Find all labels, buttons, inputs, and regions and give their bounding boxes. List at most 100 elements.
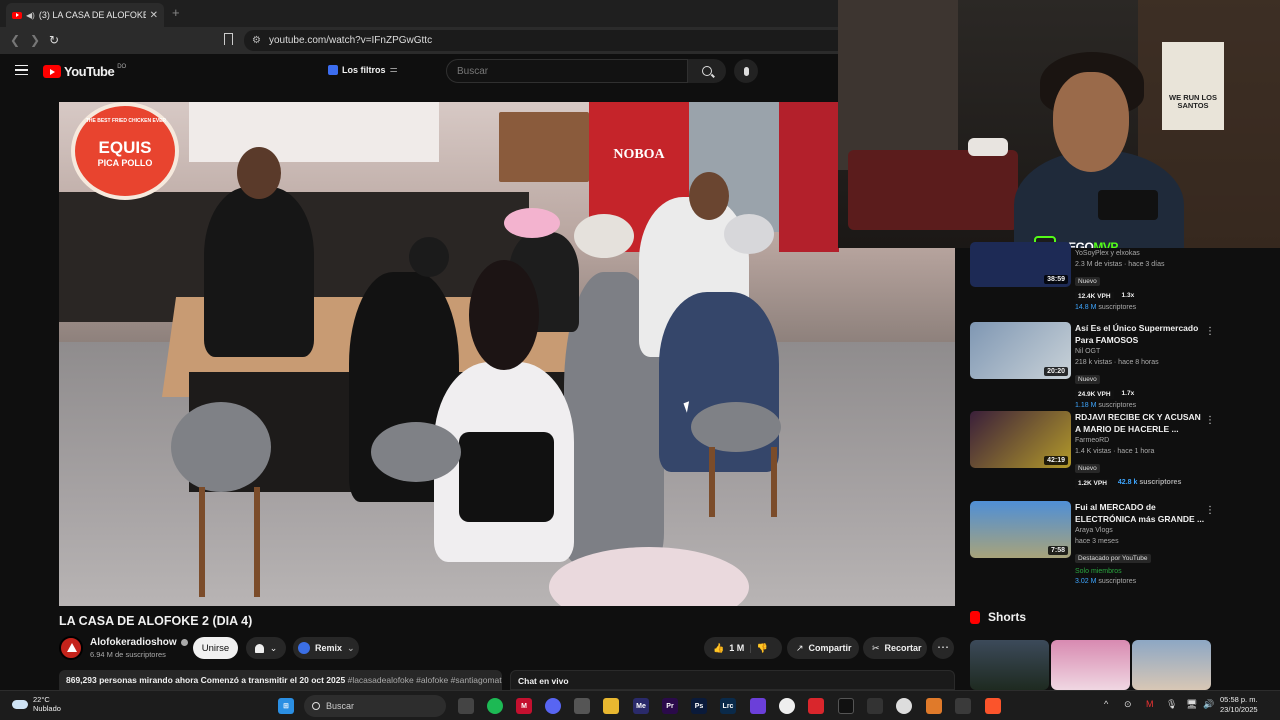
- url-field[interactable]: ⚙ youtube.com/watch?v=IFnZPGwGttc: [244, 30, 844, 51]
- capcut-icon[interactable]: [867, 698, 883, 714]
- channel-avatar[interactable]: [59, 636, 83, 660]
- shorts-logo-icon: [970, 610, 980, 624]
- weather-widget[interactable]: 22°C Nublado: [12, 695, 61, 713]
- scene-window: [189, 102, 439, 162]
- app-gear-icon[interactable]: [955, 698, 971, 714]
- network-icon[interactable]: 🖥: [1186, 699, 1197, 710]
- tray-mcafee-icon[interactable]: M: [1146, 699, 1154, 709]
- task-view-icon[interactable]: [458, 698, 474, 714]
- video-thumbnail[interactable]: 38:59: [970, 242, 1071, 287]
- more-options-icon[interactable]: ⋮: [1205, 415, 1215, 426]
- thumbs-down-icon[interactable]: 👎: [757, 643, 768, 654]
- site-settings-icon[interactable]: ⚙: [252, 35, 261, 46]
- audio-playing-icon[interactable]: ◀): [26, 11, 35, 20]
- members-label: Solo miembros: [1075, 568, 1122, 575]
- video-stats: 1.2K VPH 42.8 k suscriptores: [1075, 479, 1205, 488]
- live-chat-header[interactable]: Chat en vivo: [510, 670, 955, 690]
- browser-tab[interactable]: ◀) (3) LA CASA DE ALOFOKE 2 (D ✕: [6, 3, 164, 27]
- taskbar-search[interactable]: Buscar: [304, 695, 446, 717]
- short-thumbnail[interactable]: [1051, 640, 1130, 690]
- more-actions-button[interactable]: ⋯: [932, 637, 954, 659]
- weather-condition: Nublado: [33, 704, 61, 713]
- thumbs-up-icon[interactable]: 👍: [713, 643, 724, 654]
- short-thumbnail[interactable]: [1132, 640, 1211, 690]
- reload-icon[interactable]: ↻: [49, 33, 59, 47]
- remix-icon: [298, 642, 310, 654]
- mcafee-icon[interactable]: M: [516, 698, 532, 714]
- channel-name-row[interactable]: Alofokeradioshow: [90, 637, 188, 648]
- video-thumbnail[interactable]: 7:58: [970, 501, 1071, 558]
- more-options-icon[interactable]: ⋮: [1205, 326, 1215, 337]
- brave-browser-icon[interactable]: [985, 698, 1001, 714]
- video-info: Así Es el Único Supermercado Para FAMOSO…: [1075, 322, 1205, 409]
- stool-leg: [771, 447, 777, 517]
- new-tab-button[interactable]: +: [172, 5, 180, 20]
- tiktok-icon[interactable]: [838, 698, 854, 714]
- share-button[interactable]: ↗ Compartir: [787, 637, 859, 659]
- youtube-logo[interactable]: YouTube DO: [43, 64, 126, 79]
- video-title[interactable]: Fui al MERCADO de ELECTRÓNICA más GRANDE…: [1075, 501, 1205, 525]
- back-icon[interactable]: ❮: [10, 33, 20, 47]
- close-tab-icon[interactable]: ✕: [150, 10, 158, 21]
- clip-button[interactable]: ✂ Recortar: [863, 637, 927, 659]
- recommendations-sidebar: 38:59 YoSoyPlex y elxokas 2.3 M de vista…: [955, 242, 1225, 693]
- like-dislike-button[interactable]: 👍 1 M | 👎: [704, 637, 782, 659]
- address-bar: ❮ ❯ ↻ ⚙ youtube.com/watch?v=IFnZPGwGttc: [0, 27, 844, 54]
- spotify-icon[interactable]: [487, 698, 503, 714]
- tray-mic-icon[interactable]: 🎙: [1166, 699, 1177, 710]
- video-thumbnail[interactable]: 42:19: [970, 411, 1071, 468]
- video-title[interactable]: RDJAVI RECIBE CK Y ACUSAN A MARIO DE HAC…: [1075, 411, 1205, 435]
- voice-search-button[interactable]: [734, 59, 758, 83]
- game-controller-icon[interactable]: [750, 698, 766, 714]
- file-explorer-icon[interactable]: [603, 698, 619, 714]
- menu-icon[interactable]: [15, 65, 28, 75]
- premiere-pro-icon[interactable]: Pr: [662, 698, 678, 714]
- featured-badge: Destacado por YouTube: [1075, 554, 1151, 563]
- more-options-icon[interactable]: ⋮: [1205, 505, 1215, 516]
- media-encoder-icon[interactable]: Me: [633, 698, 649, 714]
- short-thumbnail[interactable]: [970, 640, 1049, 690]
- join-button[interactable]: Unirse: [193, 637, 238, 659]
- video-title[interactable]: Así Es el Único Supermercado Para FAMOSO…: [1075, 322, 1205, 346]
- app-orange-icon[interactable]: [926, 698, 942, 714]
- clock-time: 05:58 p. m.: [1220, 695, 1258, 704]
- remix-button[interactable]: Remix ⌄: [293, 637, 359, 659]
- video-duration: 42:19: [1044, 456, 1068, 465]
- discord-icon[interactable]: [545, 698, 561, 714]
- system-clock[interactable]: 05:58 p. m. 23/10/2025: [1220, 695, 1258, 715]
- search-input[interactable]: Buscar: [446, 59, 688, 83]
- video-player[interactable]: NOBOA THE BEST FRIED CHICKEN EVER EQUIS …: [59, 102, 955, 606]
- description-box[interactable]: 869,293 personas mirando ahora Comenzó a…: [59, 670, 502, 690]
- channel-subs: 1.18 M suscriptores: [1075, 402, 1205, 409]
- hashtags[interactable]: #lacasadealofoke #alofoke #santiagomat: [348, 675, 502, 685]
- tray-app-icon[interactable]: ⊙: [1124, 699, 1132, 710]
- bookmark-icon[interactable]: [224, 33, 233, 45]
- search-button[interactable]: [688, 59, 726, 83]
- recommended-video[interactable]: 38:59 YoSoyPlex y elxokas 2.3 M de vista…: [970, 242, 1220, 318]
- forward-icon[interactable]: ❯: [30, 33, 40, 47]
- chat-label: Chat en vivo: [518, 676, 569, 686]
- recommended-video[interactable]: 20:20 Así Es el Único Supermercado Para …: [970, 322, 1220, 409]
- notifications-button[interactable]: ⌄: [246, 637, 286, 659]
- channel-name[interactable]: Alofokeradioshow: [90, 637, 177, 648]
- volume-icon[interactable]: 🔊: [1203, 699, 1214, 710]
- photoshop-icon[interactable]: Ps: [691, 698, 707, 714]
- shorts-header[interactable]: Shorts: [970, 610, 1026, 624]
- filters-button[interactable]: Los filtros ⚌: [328, 64, 398, 75]
- video-thumbnail[interactable]: 20:20: [970, 322, 1071, 379]
- recommended-video[interactable]: 7:58 Fui al MERCADO de ELECTRÓNICA más G…: [970, 501, 1220, 591]
- tray-chevron-icon[interactable]: ^: [1104, 699, 1108, 709]
- app-red-icon[interactable]: [808, 698, 824, 714]
- search-icon: [312, 702, 320, 710]
- app-circle-icon[interactable]: [896, 698, 912, 714]
- app-icon[interactable]: [574, 698, 590, 714]
- recommended-video[interactable]: 42:19 RDJAVI RECIBE CK Y ACUSAN A MARIO …: [970, 411, 1220, 495]
- video-stats: 24.9K VPH 1.7x: [1075, 390, 1205, 399]
- scene-fridge-red: [779, 102, 839, 252]
- streamer-name-part-b: MVP: [1093, 240, 1118, 248]
- bar-stool: [691, 402, 781, 452]
- windows-start-icon[interactable]: ⊞: [278, 698, 294, 714]
- lightroom-icon[interactable]: Lrc: [720, 698, 736, 714]
- obs-icon[interactable]: [779, 698, 795, 714]
- bell-icon: [254, 643, 264, 653]
